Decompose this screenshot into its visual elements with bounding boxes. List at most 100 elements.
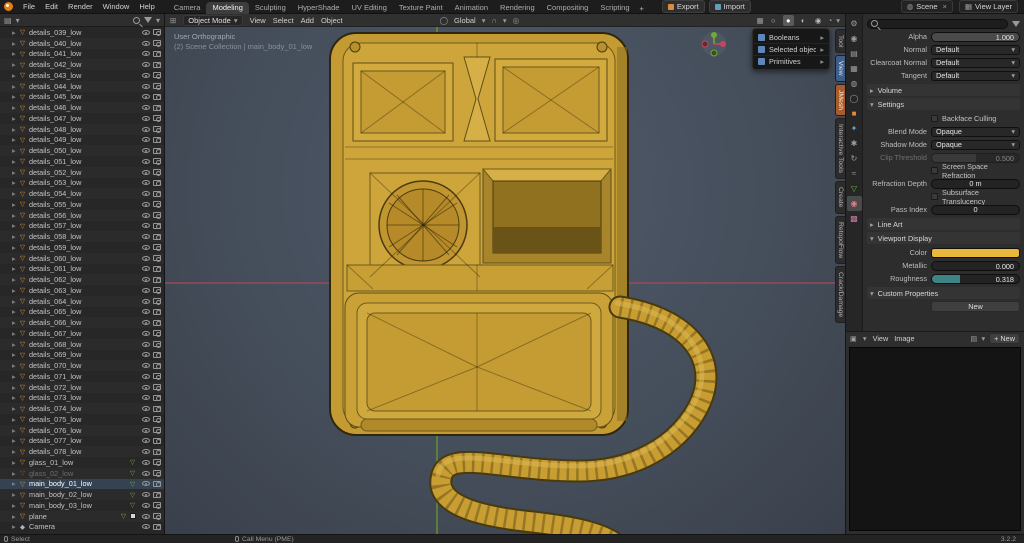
shading-wireframe-icon[interactable] <box>768 15 779 26</box>
disable-in-renders-icon[interactable] <box>153 104 161 112</box>
workspace-tab[interactable]: + <box>636 3 648 14</box>
hide-in-viewport-icon[interactable] <box>142 244 150 250</box>
disclosure-icon[interactable] <box>12 350 20 359</box>
object-name[interactable]: details_067_low <box>29 329 139 338</box>
outliner-row[interactable]: details_041_low <box>0 49 164 60</box>
export-button[interactable]: Export <box>661 0 705 13</box>
object-name[interactable]: details_049_low <box>29 135 139 144</box>
outliner-row[interactable]: details_053_low <box>0 178 164 189</box>
disclosure-icon[interactable] <box>12 71 20 80</box>
shading-chevron-icon[interactable] <box>836 16 840 25</box>
object-name[interactable]: details_066_low <box>29 318 139 327</box>
outliner-row[interactable]: details_055_low <box>0 199 164 210</box>
object-name[interactable]: details_078_low <box>29 447 139 456</box>
disclosure-icon[interactable] <box>12 404 20 413</box>
object-name[interactable]: details_065_low <box>29 307 139 316</box>
hide-in-viewport-icon[interactable] <box>142 309 150 315</box>
workspace-tab[interactable]: Rendering <box>494 2 541 14</box>
disable-in-renders-icon[interactable] <box>153 179 161 187</box>
hide-in-viewport-icon[interactable] <box>142 320 150 326</box>
outliner-row[interactable]: details_073_low <box>0 393 164 404</box>
disclosure-icon[interactable] <box>12 103 20 112</box>
disable-in-renders-icon[interactable] <box>153 287 161 294</box>
disclosure-icon[interactable] <box>12 82 20 91</box>
clearcoat-normal-dropdown[interactable]: Default <box>931 57 1020 68</box>
outliner-row[interactable]: main_body_02_low <box>0 489 164 500</box>
disable-in-renders-icon[interactable] <box>153 222 161 230</box>
disable-in-renders-icon[interactable] <box>153 136 161 144</box>
mode-dropdown[interactable]: Object Mode <box>183 14 243 26</box>
disable-in-renders-icon[interactable] <box>153 40 161 47</box>
disable-in-renders-icon[interactable] <box>153 233 161 241</box>
outliner-row[interactable]: details_074_low <box>0 403 164 414</box>
outliner-row[interactable]: details_042_low <box>0 59 164 70</box>
object-name[interactable]: details_073_low <box>29 393 139 402</box>
hide-in-viewport-icon[interactable] <box>142 352 150 358</box>
shading-material-icon[interactable] <box>798 15 809 26</box>
world-properties-icon[interactable]: ◯ <box>847 91 862 106</box>
new-image-button[interactable]: + New <box>989 333 1020 344</box>
object-name[interactable]: details_054_low <box>29 189 139 198</box>
object-name[interactable]: details_075_low <box>29 415 139 424</box>
workspace-tab[interactable]: UV Editing <box>345 2 392 14</box>
outliner-row[interactable]: details_050_low <box>0 145 164 156</box>
hide-in-viewport-icon[interactable] <box>142 105 150 111</box>
disclosure-icon[interactable] <box>12 318 20 327</box>
sidebar-tab[interactable]: JMesh <box>835 84 845 117</box>
disclosure-icon[interactable] <box>12 168 20 177</box>
disable-in-renders-icon[interactable] <box>153 330 161 337</box>
hide-in-viewport-icon[interactable] <box>142 115 150 121</box>
disable-in-renders-icon[interactable] <box>153 265 161 273</box>
outliner-row[interactable]: details_048_low <box>0 123 164 135</box>
shading-solid-icon[interactable] <box>782 14 794 26</box>
hide-in-viewport-icon[interactable] <box>142 330 150 336</box>
viewport-menu-item[interactable]: Add <box>301 16 314 25</box>
disable-in-renders-icon[interactable] <box>153 405 161 413</box>
snapping-chevron-icon[interactable] <box>503 16 507 25</box>
disable-in-renders-icon[interactable] <box>153 459 161 466</box>
properties-search-input[interactable] <box>867 18 1008 29</box>
object-name[interactable]: details_056_low <box>29 211 139 220</box>
hide-in-viewport-icon[interactable] <box>142 363 150 369</box>
disclosure-icon[interactable] <box>12 383 20 392</box>
outliner-row[interactable]: details_076_low <box>0 424 164 436</box>
disable-in-renders-icon[interactable] <box>153 427 161 434</box>
shading-rendered-icon[interactable] <box>813 15 824 26</box>
disable-in-renders-icon[interactable] <box>153 201 161 208</box>
outliner-display-mode-icon[interactable]: ▤ <box>4 16 12 25</box>
search-icon[interactable] <box>132 16 140 24</box>
view-layer-selector[interactable]: ▦ View Layer <box>958 0 1018 13</box>
disclosure-icon[interactable] <box>12 372 20 381</box>
scene-properties-icon[interactable]: ◍ <box>847 76 862 91</box>
hide-in-viewport-icon[interactable] <box>142 29 150 35</box>
object-name[interactable]: details_072_low <box>29 383 139 392</box>
disclosure-icon[interactable] <box>12 458 20 467</box>
object-name[interactable]: details_042_low <box>29 60 139 69</box>
outliner-row[interactable]: glass_01_low <box>0 457 164 468</box>
outliner-row[interactable]: details_060_low <box>0 252 164 264</box>
chevron-down-icon[interactable] <box>863 334 867 343</box>
image-editor-canvas[interactable] <box>849 347 1021 531</box>
panel-line-art[interactable]: Line Art <box>867 218 1020 230</box>
normal-dropdown[interactable]: Default <box>931 44 1020 55</box>
disclosure-icon[interactable] <box>12 436 20 445</box>
object-name[interactable]: details_060_low <box>29 254 139 263</box>
outliner-row[interactable]: details_040_low <box>0 37 164 49</box>
disable-in-renders-icon[interactable] <box>153 212 161 219</box>
workspace-tab[interactable]: Sculpting <box>249 2 292 14</box>
disable-in-renders-icon[interactable] <box>153 298 161 305</box>
disclosure-icon[interactable] <box>12 232 20 241</box>
app-menu-item[interactable]: Render <box>63 2 98 11</box>
hide-in-viewport-icon[interactable] <box>142 427 150 433</box>
outliner-row[interactable]: details_064_low <box>0 295 164 307</box>
render-checkbox[interactable] <box>130 513 136 520</box>
outliner-row[interactable]: details_070_low <box>0 360 164 371</box>
outliner-row[interactable]: details_049_low <box>0 135 164 146</box>
disclosure-icon[interactable] <box>12 243 20 252</box>
disable-in-renders-icon[interactable] <box>153 158 161 165</box>
image-editor-menu-item[interactable]: Image <box>894 334 914 343</box>
render-properties-icon[interactable]: ◉ <box>847 31 862 46</box>
app-menu-item[interactable]: Window <box>98 2 135 11</box>
object-name[interactable]: details_052_low <box>29 168 139 177</box>
hide-in-viewport-icon[interactable] <box>142 126 150 132</box>
